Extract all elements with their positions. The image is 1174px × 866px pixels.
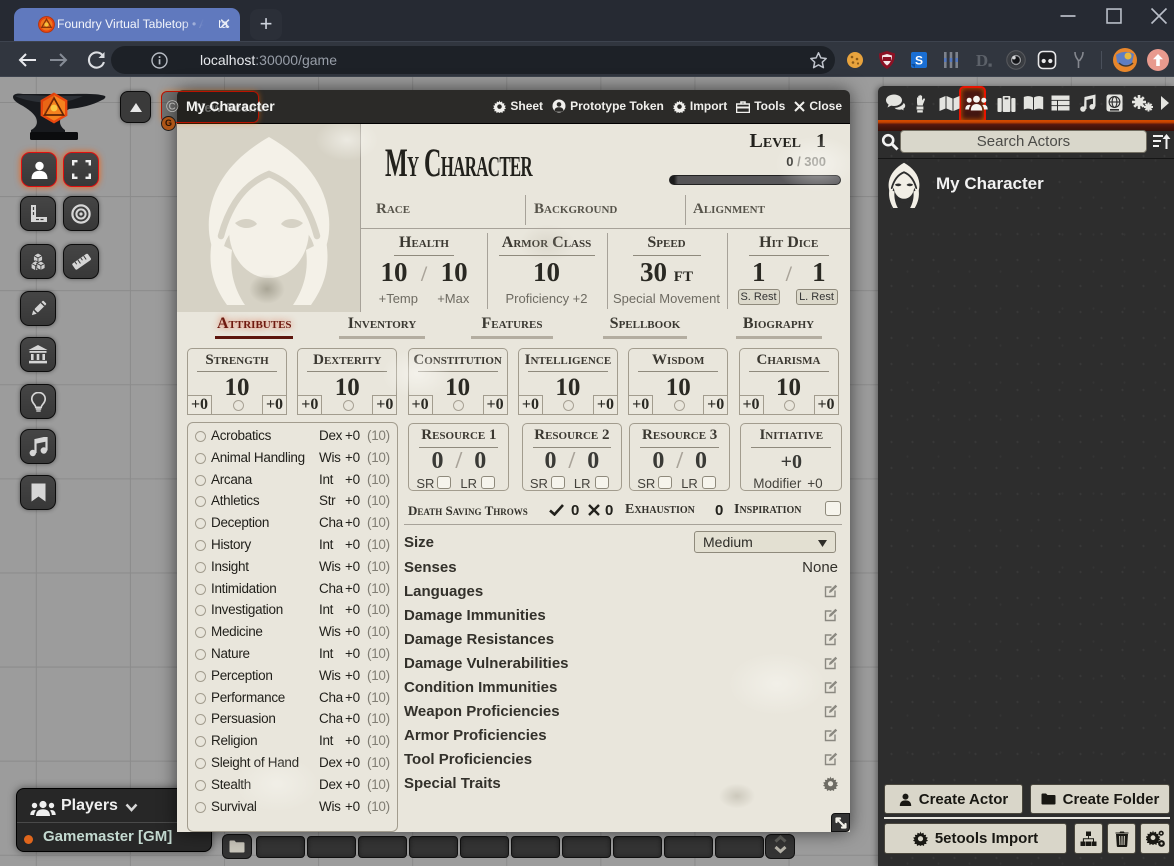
svg-text:D: D <box>976 51 988 70</box>
svg-text:S: S <box>915 54 923 68</box>
